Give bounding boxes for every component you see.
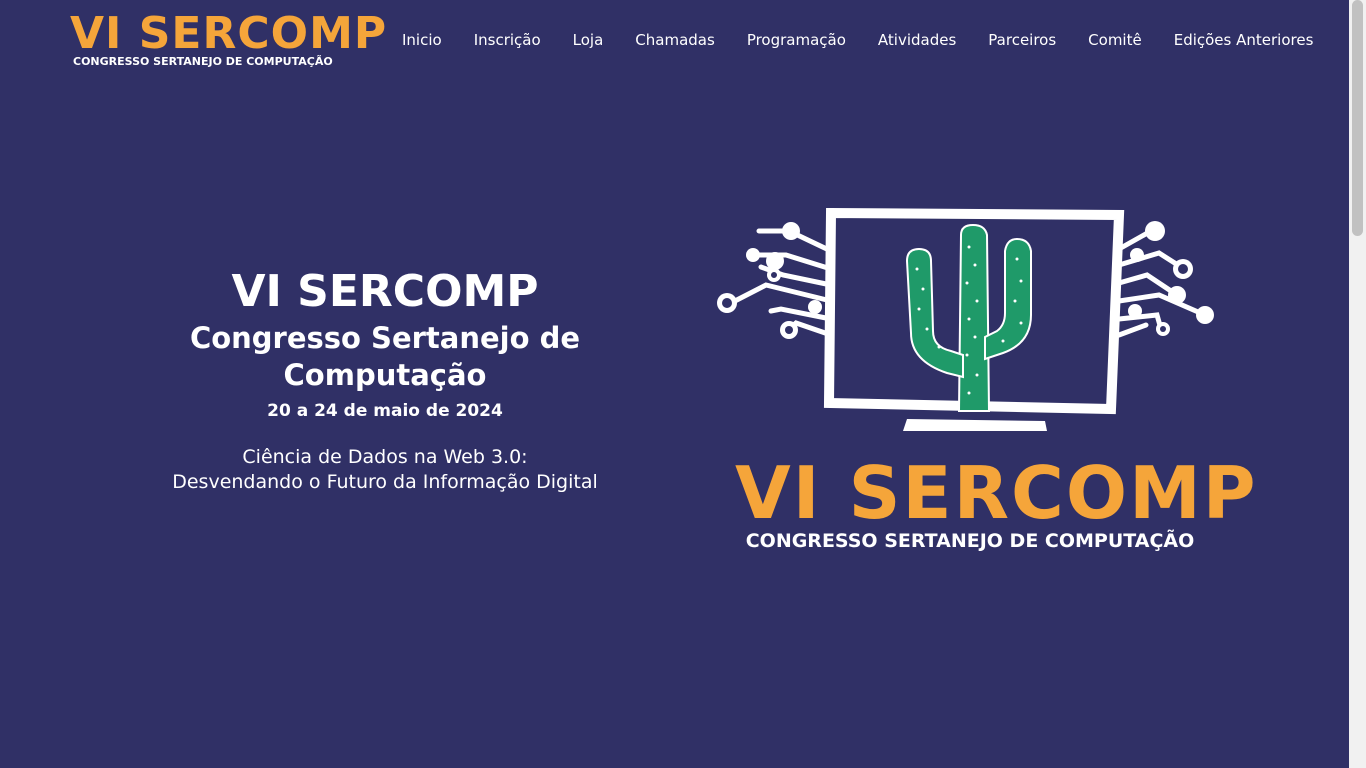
event-date: 20 a 24 de maio de 2024 [267, 401, 503, 421]
nav-item-comite[interactable]: Comitê [1088, 31, 1142, 49]
main-nav: Inicio Inscrição Loja Chamadas Programaç… [402, 31, 1313, 49]
event-logo-title: VI SERCOMP [735, 451, 1258, 535]
brand-title: VI SERCOMP [70, 8, 388, 59]
hero-title: VI SERCOMP [231, 266, 539, 317]
page: VI SERCOMP CONGRESSO SERTANEJO DE COMPUT… [0, 0, 1366, 768]
brand-logo[interactable]: VI SERCOMP CONGRESSO SERTANEJO DE COMPUT… [70, 12, 386, 74]
nav-item-programacao[interactable]: Programação [747, 31, 846, 49]
scrollbar-thumb[interactable] [1352, 0, 1363, 236]
event-logo: VI SERCOMP CONGRESSO SERTANEJO DE COMPUT… [735, 451, 1258, 552]
hero-subtitle: Congresso Sertanejo de Computação [189, 321, 581, 392]
nav-item-inscricao[interactable]: Inscrição [474, 31, 541, 49]
event-theme-line-2: Desvendando o Futuro da Informação Digit… [172, 471, 598, 493]
page-scrollbar[interactable] [1349, 0, 1366, 768]
nav-item-inicio[interactable]: Inicio [402, 31, 442, 49]
nav-item-edicoes-anteriores[interactable]: Edições Anteriores [1174, 31, 1314, 49]
brand-subtitle: CONGRESSO SERTANEJO DE COMPUTAÇÃO [73, 55, 333, 68]
event-theme-line-1: Ciência de Dados na Web 3.0: [242, 446, 528, 468]
event-theme: Ciência de Dados na Web 3.0: Desvendando… [135, 445, 635, 495]
event-logo-subtitle: CONGRESSO SERTANEJO DE COMPUTAÇÃO [745, 530, 1195, 552]
nav-item-parceiros[interactable]: Parceiros [988, 31, 1056, 49]
cactus-monitor-icon [717, 207, 1214, 431]
hero-section: VI SERCOMP Congresso Sertanejo de Comput… [135, 266, 635, 495]
monitor-stand [903, 419, 1047, 431]
nav-item-atividades[interactable]: Atividades [878, 31, 956, 49]
nav-item-loja[interactable]: Loja [573, 31, 604, 49]
circuit-traces-right [1116, 228, 1208, 338]
site-header: VI SERCOMP CONGRESSO SERTANEJO DE COMPUT… [0, 0, 1349, 80]
nav-item-chamadas[interactable]: Chamadas [635, 31, 715, 49]
circuit-traces-left [728, 228, 834, 338]
